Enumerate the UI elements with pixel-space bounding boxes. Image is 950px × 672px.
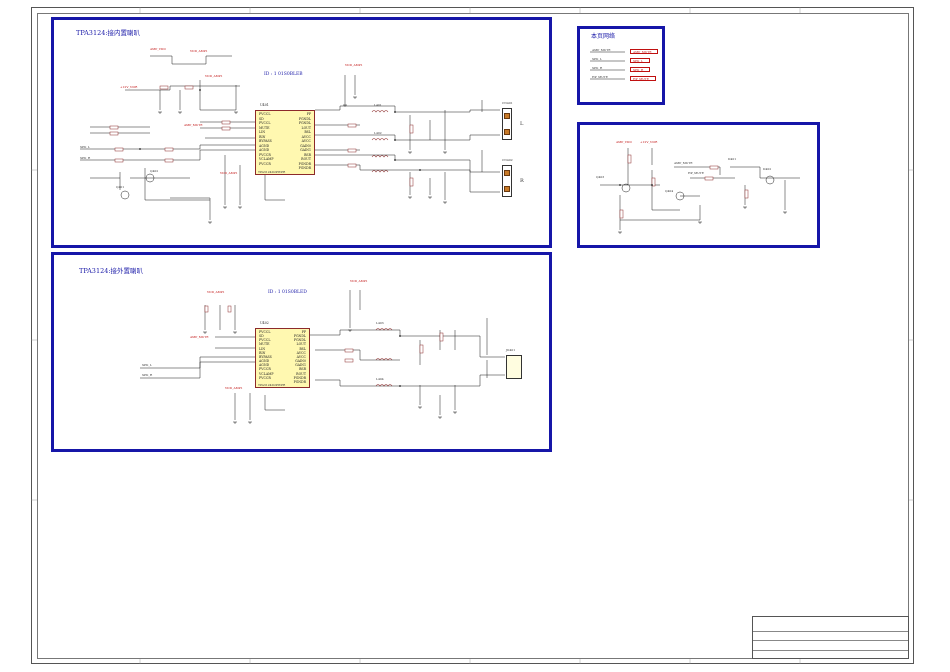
net-label: AMP_MUTE bbox=[184, 123, 203, 127]
net-flag-amp-mute: AMP_MUTE bbox=[630, 49, 658, 54]
net-flag-hp-mute: HP_MUTE bbox=[630, 76, 656, 81]
section-mute-circuit bbox=[577, 122, 820, 248]
section-network-title: 本页网络 bbox=[591, 33, 616, 40]
amplifier-ic-external: U402 PVCCL SD PVCCL MUTE LIN RIN BYPASS AGND AGN… bbox=[255, 321, 310, 388]
title-block-divider bbox=[753, 640, 908, 641]
part-label: L403 bbox=[376, 321, 384, 325]
part-label: Q404 bbox=[665, 189, 674, 193]
connector-pin bbox=[504, 170, 510, 176]
net-label: AMP_VDD bbox=[150, 47, 166, 51]
part-label: L404 bbox=[376, 377, 384, 381]
net-label-left: AMP_MUTE bbox=[592, 48, 611, 52]
net-label: SPK_L bbox=[142, 363, 152, 367]
net-label: AMP_MUTE bbox=[190, 335, 209, 339]
net-label: VDD_AMP1 bbox=[207, 290, 225, 294]
net-label: VDD_AMP1 bbox=[345, 63, 363, 67]
part-label: Q403 bbox=[596, 175, 605, 179]
part-label: Q402 bbox=[150, 169, 159, 173]
net-label-left: SPK_L bbox=[592, 57, 602, 61]
net-flag-spk-l: SPK_L bbox=[630, 58, 650, 63]
ic-pin-left: PVCCR bbox=[259, 161, 271, 166]
ic-internal-part: TPA3124D2PWPR bbox=[258, 170, 286, 174]
part-label: L402 bbox=[374, 131, 382, 135]
ic-pin-left: PVCCL bbox=[259, 121, 271, 126]
net-label: SPK_R bbox=[80, 156, 91, 160]
connector-label: CN402 bbox=[502, 158, 513, 162]
connector-side: R bbox=[520, 178, 524, 184]
net-label: AMP_MUTE bbox=[674, 161, 693, 165]
net-label: VDD_AMP1 bbox=[205, 74, 223, 78]
ic-refdes: U402 bbox=[260, 321, 269, 325]
ic-pin-left: PVCCR bbox=[259, 375, 271, 380]
ic-external-part: TPA3124D2PWPR bbox=[258, 383, 286, 387]
headphone-jack bbox=[506, 355, 522, 379]
title-block-divider bbox=[753, 631, 908, 632]
net-label-left: SPK_R bbox=[592, 66, 603, 70]
ic-refdes: U401 bbox=[260, 103, 269, 107]
part-label: L401 bbox=[374, 103, 382, 107]
net-label: VDD_AMP1 bbox=[220, 171, 238, 175]
part-label: D402 bbox=[763, 167, 772, 171]
connector-pin bbox=[504, 186, 510, 192]
ic-pin-right: PGNDR bbox=[293, 379, 306, 384]
part-label: D401 bbox=[728, 157, 737, 161]
part-label: Q401 bbox=[116, 185, 125, 189]
amplifier-ic-internal: U401 PVCCL SD PVCCL MUTE LIN RIN BYPASS AGND AGN… bbox=[255, 103, 315, 175]
speaker-connector-left bbox=[502, 108, 512, 140]
title-block bbox=[752, 616, 909, 659]
net-label: SPK_R bbox=[142, 373, 153, 377]
connector-label: JK401 bbox=[506, 348, 516, 352]
connector-pin bbox=[504, 129, 510, 135]
section-internal-id: ID : 1 01S0BLEB bbox=[264, 72, 303, 77]
net-flag-spk-r: SPK_R bbox=[630, 67, 650, 72]
net-label: VDD_AMP1 bbox=[190, 49, 208, 53]
section-external-id: ID : 1 01S0BLED bbox=[268, 290, 307, 295]
ic-pin-right: PGNDR bbox=[298, 166, 311, 171]
section-internal-title: TPA3124:接内置喇叭 bbox=[76, 29, 141, 37]
ic-pin-left: BYPASS bbox=[259, 139, 272, 144]
section-external-title: TPA3124:接外置喇叭 bbox=[79, 267, 144, 275]
title-block-divider bbox=[753, 650, 908, 651]
net-label: AMP_VDD bbox=[616, 140, 632, 144]
ic-pin-left: PVCCL bbox=[259, 112, 271, 116]
ic-pin-right: PGNDL bbox=[298, 121, 311, 126]
ic-pin-right: PP bbox=[306, 112, 311, 116]
net-label: HP_MUTE bbox=[688, 171, 704, 175]
ic-pin-left: LIN bbox=[259, 130, 266, 135]
net-label: VDD_AMP1 bbox=[350, 279, 368, 283]
net-label: +12V_NOR bbox=[640, 140, 658, 144]
ic-pin-right: AVCC bbox=[301, 139, 311, 144]
net-label: +12V_NOR bbox=[120, 85, 138, 89]
net-label: SPK_L bbox=[80, 145, 90, 149]
speaker-connector-right bbox=[502, 165, 512, 197]
net-label-left: HP_MUTE bbox=[592, 75, 608, 79]
connector-side: L bbox=[520, 121, 524, 127]
connector-label: CN401 bbox=[502, 101, 513, 105]
net-label: VDD_AMP1 bbox=[225, 386, 243, 390]
connector-pin bbox=[504, 113, 510, 119]
ic-pin-right: BSL bbox=[304, 130, 311, 135]
schematic-sheet: TPA3124:接内置喇叭 ID : 1 01S0BLEB U401 PVCCL… bbox=[0, 0, 950, 672]
